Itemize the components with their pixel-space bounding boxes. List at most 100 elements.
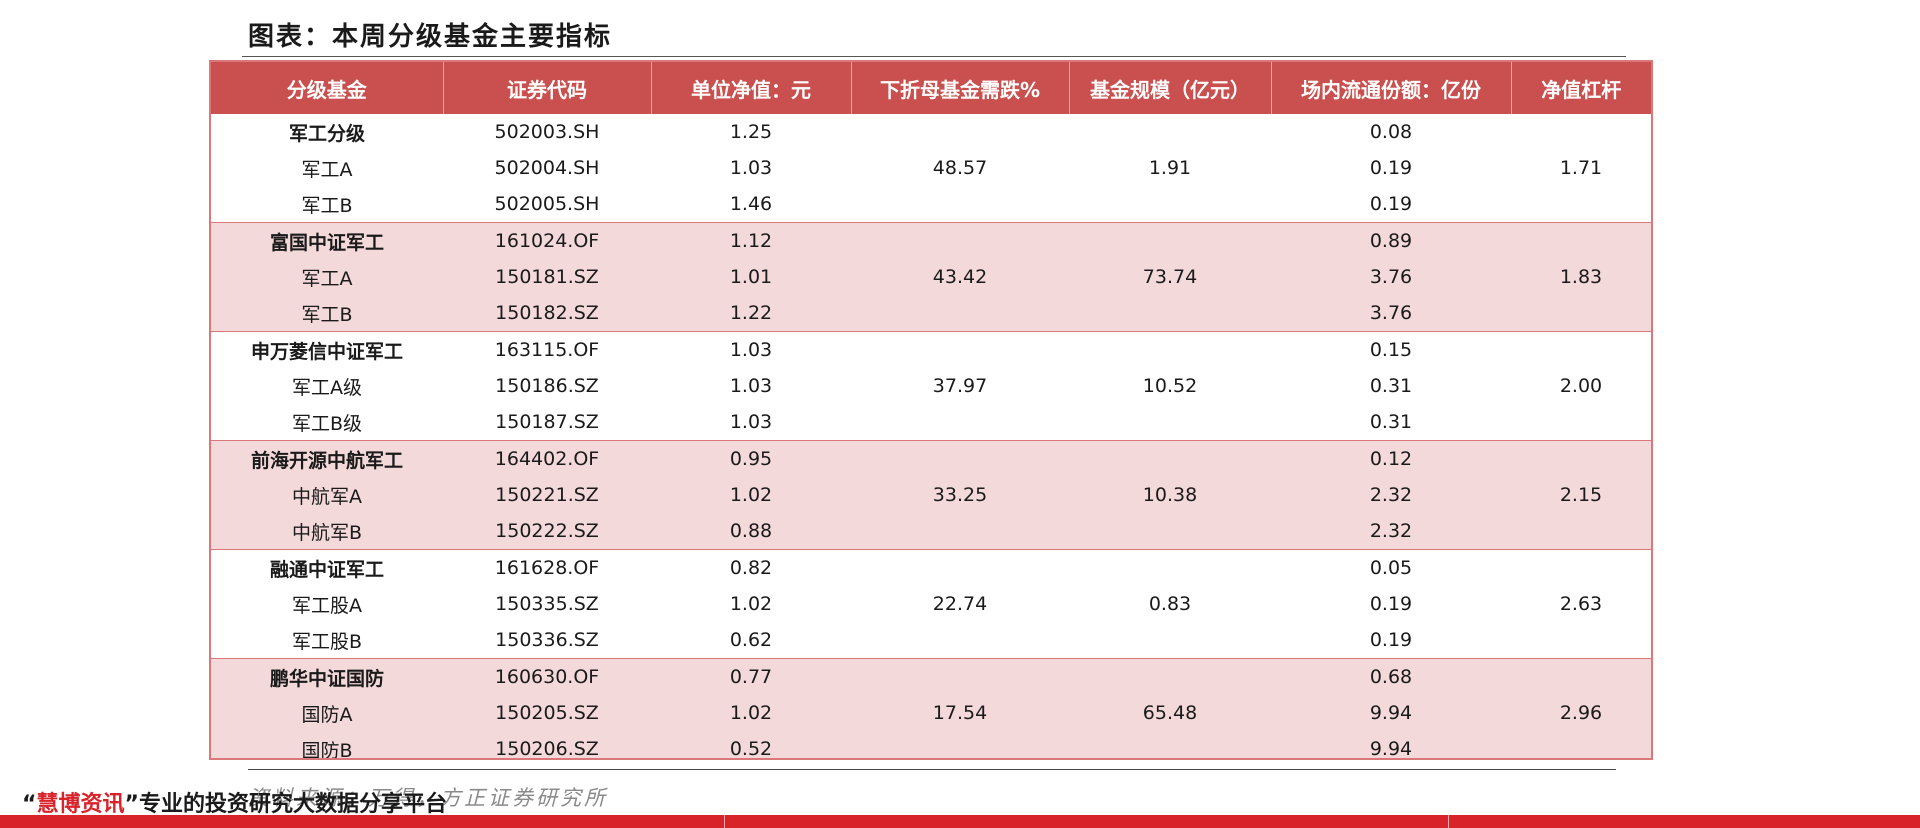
fund-indicator-table-container: 分级基金 证券代码 单位净值：元 下折母基金需跌% 基金规模（亿元） 场内流通份… bbox=[209, 60, 1653, 760]
fund-name: 军工A级 bbox=[292, 376, 362, 399]
security-code: 161628.OF bbox=[443, 549, 651, 586]
table-row: 富国中证军工 161024.OF 1.12 43.42 73.74 0.89 1… bbox=[211, 222, 1651, 332]
fund-scale: 1.91 bbox=[1148, 157, 1192, 179]
security-code: 160630.OF bbox=[443, 658, 651, 695]
floating-shares: 0.19 bbox=[1369, 193, 1413, 215]
unit-nav: 0.95 bbox=[651, 440, 851, 477]
fund-name: 中航军A bbox=[211, 477, 443, 513]
unit-nav: 1.03 bbox=[651, 331, 851, 368]
fund-name: 军工分级 bbox=[288, 122, 365, 145]
unit-nav: 1.12 bbox=[651, 222, 851, 259]
title-divider bbox=[242, 56, 1626, 57]
table-header-row: 分级基金 证券代码 单位净值：元 下折母基金需跌% 基金规模（亿元） 场内流通份… bbox=[211, 62, 1651, 114]
unit-nav: 1.02 bbox=[651, 477, 851, 513]
column-header-leverage: 净值杠杆 bbox=[1511, 62, 1651, 114]
footer-divider bbox=[248, 769, 1616, 770]
fund-scale: 0.83 bbox=[1069, 549, 1271, 659]
drop-pct: 33.25 bbox=[851, 440, 1069, 550]
security-code: 502003.SH bbox=[494, 121, 600, 143]
security-code: 150221.SZ bbox=[443, 477, 651, 513]
drop-pct: 17.54 bbox=[851, 658, 1069, 758]
table-row: 前海开源中航军工 164402.OF 0.95 33.25 10.38 0.12… bbox=[211, 440, 1651, 550]
column-header-fund: 分级基金 bbox=[211, 62, 444, 114]
security-code: 164402.OF bbox=[443, 440, 651, 477]
unit-nav: 1.22 bbox=[651, 295, 851, 332]
security-code: 150182.SZ bbox=[443, 295, 651, 332]
fund-name: 军工股A bbox=[292, 594, 362, 617]
nav-leverage: 1.83 bbox=[1511, 222, 1651, 332]
nav-leverage: 1.71 bbox=[1559, 157, 1603, 179]
table-row: 融通中证军工 161628.OF 0.82 22.74 0.83 0.05 2.… bbox=[211, 549, 1651, 659]
fund-name: 军工B bbox=[211, 295, 443, 332]
column-header-drop-pct: 下折母基金需跌% bbox=[851, 62, 1070, 114]
floating-shares: 0.89 bbox=[1271, 222, 1511, 259]
bar-separator bbox=[724, 815, 725, 828]
security-code: 150187.SZ bbox=[495, 411, 599, 433]
fund-scale: 73.74 bbox=[1069, 222, 1271, 332]
security-code: 150335.SZ bbox=[495, 593, 599, 615]
unit-nav: 1.25 bbox=[729, 121, 773, 143]
floating-shares: 9.94 bbox=[1271, 731, 1511, 758]
unit-nav: 1.02 bbox=[651, 695, 851, 731]
unit-nav: 1.03 bbox=[729, 157, 773, 179]
security-code: 150336.SZ bbox=[495, 629, 599, 651]
fund-scale: 10.52 bbox=[1069, 331, 1271, 441]
fund-name: 富国中证军工 bbox=[211, 222, 443, 259]
watermark-brand: 慧博资讯 bbox=[36, 792, 125, 817]
nav-leverage: 2.00 bbox=[1511, 331, 1651, 441]
bottom-brand-bar bbox=[0, 815, 1920, 828]
security-code: 150222.SZ bbox=[443, 513, 651, 550]
fund-name: 申万菱信中证军工 bbox=[211, 331, 443, 368]
drop-pct: 37.97 bbox=[851, 331, 1069, 441]
drop-pct: 43.42 bbox=[851, 222, 1069, 332]
security-code: 150181.SZ bbox=[443, 259, 651, 295]
fund-name: 中航军B bbox=[211, 513, 443, 550]
floating-shares: 0.31 bbox=[1369, 375, 1413, 397]
floating-shares: 0.19 bbox=[1369, 629, 1413, 651]
floating-shares: 2.32 bbox=[1271, 513, 1511, 550]
bar-separator bbox=[1448, 815, 1449, 828]
floating-shares: 2.32 bbox=[1271, 477, 1511, 513]
unit-nav: 1.03 bbox=[729, 411, 773, 433]
watermark-tagline: 专业的投资研究大数据分享平台 bbox=[138, 792, 447, 817]
table-row: 鹏华中证国防 160630.OF 0.77 17.54 65.48 0.68 2… bbox=[211, 658, 1651, 758]
floating-shares: 0.19 bbox=[1369, 593, 1413, 615]
unit-nav: 1.02 bbox=[729, 593, 773, 615]
fund-name: 鹏华中证国防 bbox=[211, 658, 443, 695]
unit-nav: 1.03 bbox=[729, 375, 773, 397]
fund-scale: 65.48 bbox=[1069, 658, 1271, 758]
security-code: 502005.SH bbox=[494, 193, 600, 215]
unit-nav: 0.82 bbox=[651, 549, 851, 586]
security-code: 150206.SZ bbox=[443, 731, 651, 758]
floating-shares: 0.15 bbox=[1271, 331, 1511, 368]
drop-pct: 48.57 bbox=[932, 157, 988, 179]
watermark-open-quote: “ bbox=[22, 792, 37, 817]
column-header-shares: 场内流通份额：亿份 bbox=[1271, 62, 1512, 114]
fund-name: 军工A bbox=[211, 259, 443, 295]
drop-pct: 22.74 bbox=[851, 549, 1069, 659]
unit-nav: 1.46 bbox=[729, 193, 773, 215]
watermark-close-quote: ” bbox=[124, 792, 139, 817]
fund-name: 国防A bbox=[211, 695, 443, 731]
fund-name: 军工B bbox=[301, 194, 353, 217]
fund-name: 前海开源中航军工 bbox=[211, 440, 443, 477]
security-code: 163115.OF bbox=[443, 331, 651, 368]
report-page: 图表：本周分级基金主要指标 分级基金 证券代码 单位净值：元 下折母基金需跌% … bbox=[0, 0, 1920, 828]
fund-name: 国防B bbox=[211, 731, 443, 758]
floating-shares: 0.19 bbox=[1369, 157, 1413, 179]
fund-indicator-table: 分级基金 证券代码 单位净值：元 下折母基金需跌% 基金规模（亿元） 场内流通份… bbox=[211, 62, 1651, 758]
nav-leverage: 2.96 bbox=[1511, 658, 1651, 758]
watermark-banner: “慧博资讯”专业的投资研究大数据分享平台 bbox=[22, 786, 447, 818]
security-code: 161024.OF bbox=[443, 222, 651, 259]
floating-shares: 0.31 bbox=[1369, 411, 1413, 433]
floating-shares: 0.68 bbox=[1271, 658, 1511, 695]
security-code: 502004.SH bbox=[494, 157, 600, 179]
fund-name: 融通中证军工 bbox=[211, 549, 443, 586]
column-header-scale: 基金规模（亿元） bbox=[1069, 62, 1272, 114]
floating-shares: 0.12 bbox=[1271, 440, 1511, 477]
unit-nav: 0.62 bbox=[729, 629, 773, 651]
floating-shares: 0.08 bbox=[1369, 121, 1413, 143]
fund-name: 军工A bbox=[301, 158, 353, 181]
floating-shares: 9.94 bbox=[1271, 695, 1511, 731]
security-code: 150205.SZ bbox=[443, 695, 651, 731]
